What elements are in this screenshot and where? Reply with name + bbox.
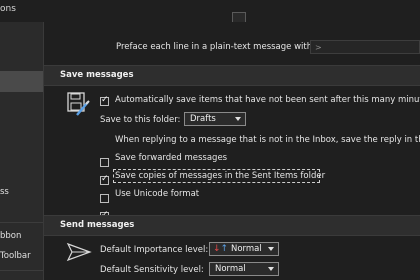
chevron-down-icon [268,247,274,251]
autosave-checkbox[interactable] [100,95,109,106]
save-to-folder-label: Save to this folder: [100,115,181,125]
options-category-sidebar: ss bbon Toolbar [0,22,44,280]
save-forwarded-checkbox[interactable] [100,174,109,185]
importance-dropdown[interactable]: ↓↑ Normal [209,242,279,256]
reply-save-location-checkbox[interactable] [100,158,109,167]
save-sent-copies-label[interactable]: Save copies of messages in the Sent Item… [115,171,325,181]
sidebar-item-quick-access-toolbar[interactable]: Toolbar [0,251,31,261]
sidebar-item-label[interactable]: ss [0,187,9,197]
save-forwarded-label[interactable]: Save forwarded messages [115,153,227,163]
save-disk-icon [67,92,90,116]
preface-input[interactable]: > [310,40,420,54]
sidebar-divider [0,222,43,223]
autosave-label[interactable]: Automatically save items that have not b… [115,95,420,105]
importance-arrows-icon: ↓↑ [213,244,229,254]
sidebar-item-customize-ribbon[interactable]: bbon [0,231,21,241]
importance-value: Normal [231,244,262,254]
chevron-down-icon [268,267,274,271]
mail-options-pane: Preface each line in a plain-text messag… [44,22,420,280]
sensitivity-label: Default Sensitivity level: [100,265,204,275]
use-unicode-label[interactable]: Use Unicode format [115,189,199,199]
save-folder-value: Drafts [190,114,216,124]
importance-label: Default Importance level: [100,245,209,255]
sidebar-item-mail-selected[interactable] [0,71,43,92]
send-messages-section-header: Send messages [44,215,420,236]
chevron-down-icon [235,117,241,121]
reply-save-location-label[interactable]: When replying to a message that is not i… [115,135,420,145]
sidebar-divider [0,270,43,271]
window-title: ons [0,4,16,14]
sensitivity-value: Normal [215,264,246,274]
send-arrow-icon [66,242,92,262]
title-bar: ons [0,0,420,24]
section-title: Send messages [60,220,135,230]
preface-label: Preface each line in a plain-text messag… [116,42,315,52]
section-title: Save messages [60,70,134,80]
sensitivity-dropdown[interactable]: Normal [209,262,279,276]
save-sent-copies-checkbox[interactable] [100,194,109,203]
save-folder-dropdown[interactable]: Drafts [184,112,246,126]
save-messages-section-header: Save messages [44,65,420,86]
